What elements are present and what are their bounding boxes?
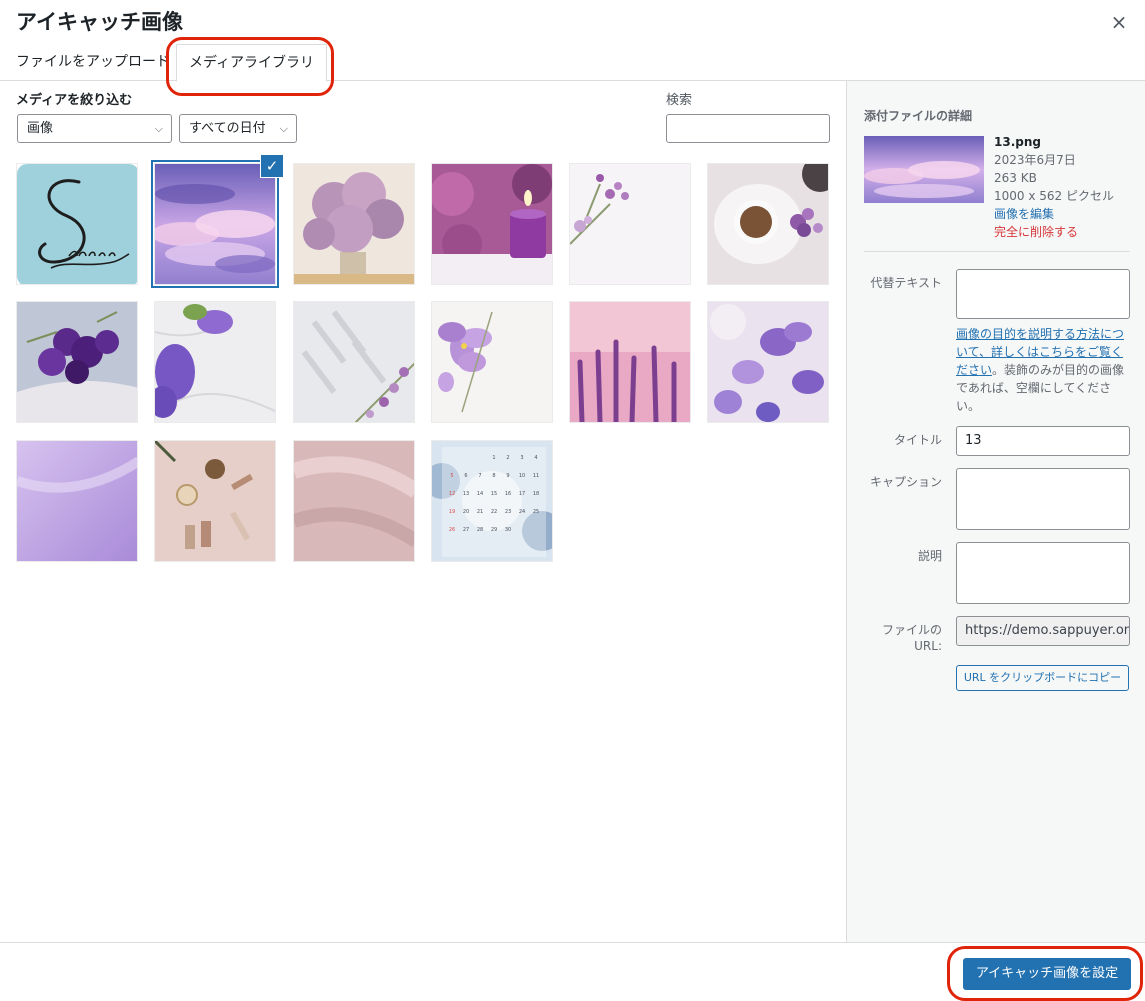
tab-upload-files[interactable]: ファイルをアップロード: [16, 44, 170, 81]
details-dimensions: 1000 x 562 ピクセル: [994, 189, 1114, 203]
calendar-day-number: 16: [505, 491, 511, 497]
tab-bar: ファイルをアップロード メディアライブラリ: [0, 44, 1145, 82]
alt-text-field[interactable]: [956, 269, 1130, 319]
file-url-value: https://demo.sappuyer.on: [965, 623, 1130, 638]
calendar-day-number: 7: [478, 473, 481, 479]
media-modal: アイキャッチ画像 × ファイルをアップロード メディアライブラリ メディアを絞り…: [0, 0, 1145, 1001]
filter-heading: メディアを絞り込む: [16, 93, 133, 108]
details-thumbnail: [864, 136, 984, 203]
calendar-day-number: 21: [477, 509, 483, 515]
selected-check-icon[interactable]: ✓: [260, 154, 284, 178]
calendar-day-number: 19: [449, 509, 455, 515]
media-thumb-flower-sprig-white[interactable]: [569, 163, 691, 285]
file-url-field[interactable]: https://demo.sappuyer.on: [956, 616, 1130, 646]
description-field[interactable]: [956, 542, 1130, 604]
description-label: 説明: [917, 549, 942, 563]
calendar-day-number: 8: [492, 473, 495, 479]
media-thumb-violet-marble[interactable]: [154, 301, 276, 423]
calendar-day-number: 17: [519, 491, 525, 497]
media-type-select[interactable]: 画像 ⌵: [17, 114, 172, 143]
media-thumb-coffee-cup-lilac[interactable]: [707, 163, 829, 285]
media-thumb-sappuyer-logo[interactable]: [16, 163, 138, 285]
title-field[interactable]: 13: [956, 426, 1130, 456]
details-filename: 13.png: [994, 135, 1041, 149]
calendar-day-number: 13: [463, 491, 469, 497]
media-thumb-violet-white-bg[interactable]: [431, 301, 553, 423]
media-thumb-lavender-book[interactable]: [16, 301, 138, 423]
media-thumb-shadow-flowers[interactable]: [293, 301, 415, 423]
calendar-day-number: 27: [463, 527, 469, 533]
calendar-day-number: 25: [533, 509, 539, 515]
calendar-day-number: 28: [477, 527, 483, 533]
calendar-day-number: 22: [491, 509, 497, 515]
calendar-day-number: 18: [533, 491, 539, 497]
calendar-day-number: 20: [463, 509, 469, 515]
media-thumb-lavender-field[interactable]: [569, 301, 691, 423]
alt-text-help: 画像の目的を説明する方法について、詳しくはこちらをご覧ください。装飾のみが目的の…: [956, 325, 1132, 415]
details-info: 13.png 2023年6月7日 263 KB 1000 x 562 ピクセル …: [994, 133, 1114, 241]
chevron-down-icon: ⌵: [279, 122, 288, 135]
title-label: タイトル: [893, 433, 942, 447]
title-value: 13: [965, 433, 982, 448]
details-size: 263 KB: [994, 171, 1037, 185]
calendar-day-number: 14: [477, 491, 483, 497]
media-thumb-calendar-blue-floral[interactable]: 1 2 3 4 5 6 7 8 9 10 11 12 13 14 15 16 17 18 19 20 21 22 23 24 2…: [431, 440, 553, 562]
media-type-value: 画像: [27, 121, 54, 136]
caption-label: キャプション: [869, 475, 942, 489]
media-thumb-pink-satin[interactable]: [293, 440, 415, 562]
copy-url-button[interactable]: URL をクリップボードにコピー: [956, 665, 1129, 691]
media-thumb-cosmetics-flatlay[interactable]: [154, 440, 276, 562]
media-thumb-purple-bellflowers[interactable]: [707, 301, 829, 423]
media-thumb-purple-gradient[interactable]: [16, 440, 138, 562]
calendar-day-number: 10: [519, 473, 525, 479]
set-featured-image-button[interactable]: アイキャッチ画像を設定: [963, 958, 1131, 990]
media-thumb-purple-candle[interactable]: [431, 163, 553, 285]
search-label: 検索: [666, 93, 693, 108]
media-thumb-lilac-bouquet[interactable]: [293, 163, 415, 285]
media-thumb-purple-sky-clouds[interactable]: [154, 163, 276, 285]
caption-field[interactable]: [956, 468, 1130, 530]
calendar-day-number: 4: [534, 455, 537, 461]
calendar-day-number: 2: [506, 455, 509, 461]
calendar-day-number: 30: [505, 527, 511, 533]
tab-media-library[interactable]: メディアライブラリ: [176, 44, 328, 82]
search-input[interactable]: [666, 114, 830, 143]
details-date: 2023年6月7日: [994, 153, 1076, 167]
alt-text-label: 代替テキスト: [870, 276, 942, 290]
calendar-day-number: 24: [519, 509, 525, 515]
details-heading: 添付ファイルの詳細: [864, 109, 973, 123]
calendar-day-number: 26: [449, 527, 455, 533]
details-divider: [864, 251, 1130, 252]
attachment-details-panel: 添付ファイルの詳細 13.png 2023年6月7日 263 KB 1000 x…: [846, 81, 1145, 942]
calendar-day-number: 1: [492, 455, 495, 461]
delete-permanently-link[interactable]: 完全に削除する: [994, 223, 1114, 241]
modal-title: アイキャッチ画像: [16, 10, 183, 34]
close-icon[interactable]: ×: [1107, 10, 1131, 34]
date-value: すべての日付: [189, 121, 266, 136]
chevron-down-icon: ⌵: [154, 122, 163, 135]
calendar-day-number: 9: [506, 473, 509, 479]
date-select[interactable]: すべての日付 ⌵: [179, 114, 297, 143]
calendar-day-number: 6: [464, 473, 467, 479]
calendar-day-number: 15: [491, 491, 497, 497]
calendar-day-number: 5: [450, 473, 453, 479]
calendar-day-number: 12: [449, 491, 455, 497]
calendar-day-number: 3: [520, 455, 523, 461]
edit-image-link[interactable]: 画像を編集: [994, 205, 1114, 223]
calendar-day-number: 11: [533, 473, 539, 479]
calendar-day-number: 23: [505, 509, 511, 515]
file-url-label: ファイルの URL:: [881, 623, 942, 653]
calendar-day-number: 29: [491, 527, 497, 533]
